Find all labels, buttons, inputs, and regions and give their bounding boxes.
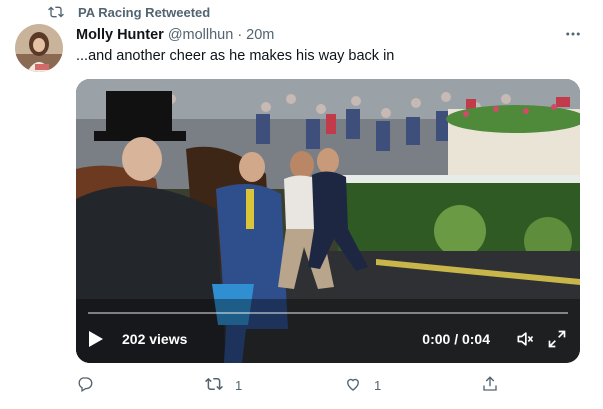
reply-button[interactable] [76,374,106,396]
tweet-header: Molly Hunter @mollhun · 20m [76,26,583,44]
reply-icon [76,375,94,396]
author-name[interactable]: Molly Hunter [76,27,164,43]
video-controls: 202 views 0:00 / 0:04 [88,325,568,353]
share-button[interactable] [481,374,499,396]
like-icon [344,375,362,396]
retweet-button[interactable]: 1 [205,374,242,396]
retweet-banner-text: PA Racing Retweeted [78,4,211,20]
separator-dot: · [237,27,243,43]
share-icon [481,375,499,396]
tweet-text: ...and another cheer as he makes his way… [76,48,395,64]
play-icon[interactable] [88,329,108,349]
retweet-banner[interactable]: PA Racing Retweeted [48,4,210,20]
video-timecode: 0:00 / 0:04 [422,331,490,347]
volume-muted-icon[interactable] [514,328,536,350]
video-progress-bar[interactable] [88,312,568,314]
like-count: 1 [374,377,382,393]
tweet-timestamp[interactable]: 20m [246,27,274,43]
video-views: 202 views [122,331,188,347]
retweet-count: 1 [235,377,243,393]
like-button[interactable]: 1 [344,374,381,396]
fullscreen-icon[interactable] [546,328,568,350]
author-handle[interactable]: @mollhun [168,27,234,43]
more-icon[interactable] [563,24,583,44]
video-frame [76,79,580,363]
video-player[interactable]: 202 views 0:00 / 0:04 [76,79,580,363]
retweet-icon [205,375,223,396]
retweet-icon [48,4,64,20]
avatar[interactable] [15,24,63,72]
tweet-actions: 1 1 [76,374,506,396]
